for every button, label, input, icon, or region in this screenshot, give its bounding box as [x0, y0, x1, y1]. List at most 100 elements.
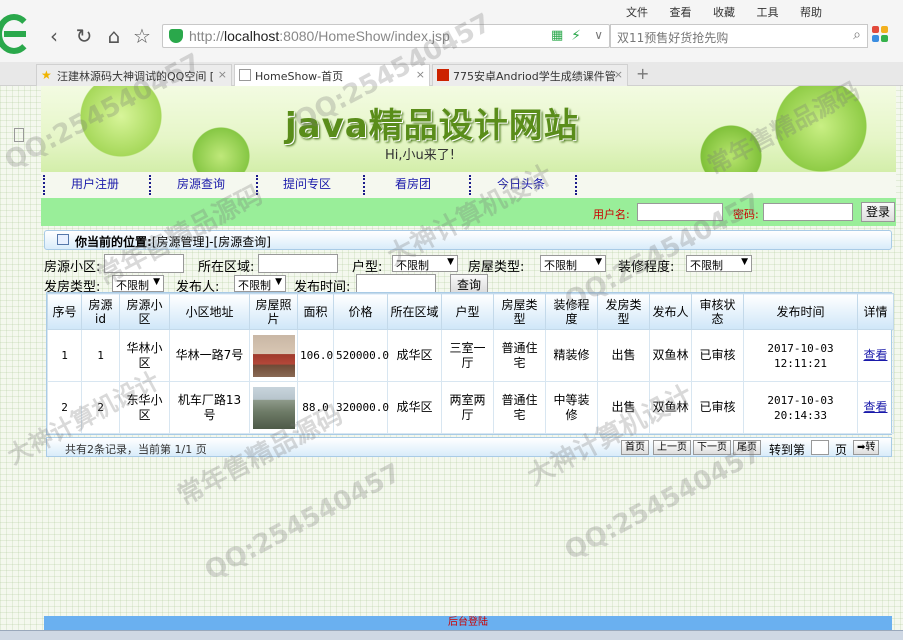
admin-login-link[interactable]: 后台登陆 — [448, 617, 488, 628]
browser-logo-icon — [0, 12, 32, 56]
community-input[interactable] — [104, 254, 184, 273]
col-publisher: 发布人 — [649, 293, 692, 330]
qr-code-icon[interactable]: ▦ — [551, 29, 565, 43]
table-row: 1 1 华林小区 华林一路7号 106.0 520000.0 成华区 三室一厅 … — [47, 329, 894, 382]
col-detail: 详情 — [857, 293, 894, 330]
view-detail-link[interactable]: 查看 — [863, 400, 887, 414]
nav-viewing-group[interactable]: 看房团 — [395, 175, 431, 195]
watermark: QQ:254540457 — [560, 437, 767, 567]
house-table: 序号 房源id 房源小区 小区地址 房屋照片 面积 价格 所在区域 户型 房屋类… — [46, 292, 894, 435]
tab-android-course[interactable]: 775安卓Andriod学生成绩课件管 × — [432, 64, 628, 86]
close-tab-icon[interactable]: × — [416, 68, 425, 81]
search-icon[interactable]: ⌕ — [853, 27, 861, 43]
building-photo — [252, 386, 295, 429]
taskbar — [0, 630, 903, 640]
table-row: 2 2 东华小区 机车厂路13号 88.0 320000.0 成华区 两室两厅 … — [47, 381, 894, 434]
col-publish-type: 发房类型 — [597, 293, 650, 330]
red-favicon-icon — [437, 69, 449, 81]
time-input[interactable] — [356, 274, 436, 293]
col-no: 序号 — [47, 293, 82, 330]
nav-divider — [575, 175, 577, 195]
col-layout: 户型 — [441, 293, 494, 330]
tab-homeshow[interactable]: HomeShow-首页 × — [234, 64, 430, 86]
dropdown-arrow-icon: ▼ — [275, 277, 282, 287]
refresh-icon[interactable]: ↻ — [72, 24, 96, 48]
home-icon[interactable]: ⌂ — [102, 24, 126, 48]
close-tab-icon[interactable]: × — [614, 68, 623, 81]
next-page-button[interactable]: 下一页 — [693, 440, 731, 455]
menu-favorites[interactable]: 收藏 — [713, 6, 735, 19]
menu-tools[interactable]: 工具 — [757, 6, 779, 19]
favorite-star-icon[interactable]: ☆ — [130, 24, 154, 48]
type-select[interactable]: 不限制 ▼ — [540, 255, 606, 272]
site-title: java精品设计网站 — [285, 106, 579, 146]
close-tab-icon[interactable]: × — [218, 68, 227, 81]
col-id: 房源id — [81, 293, 120, 330]
breadcrumb-prefix: 你当前的位置: — [75, 235, 152, 249]
decor-label: 装修程度: — [618, 260, 675, 275]
nav-divider — [43, 175, 45, 195]
breadcrumb-path: [房源管理]-[房源查询] — [151, 235, 271, 249]
col-photo: 房屋照片 — [249, 293, 298, 330]
search-box[interactable]: 双11预售好货抢先购 ⌕ — [610, 24, 868, 48]
new-tab-button[interactable]: + — [636, 64, 649, 83]
publish-type-select[interactable]: 不限制 ▼ — [112, 275, 164, 292]
dropdown-arrow-icon: ▼ — [741, 257, 748, 267]
prev-page-button[interactable]: 上一页 — [653, 440, 691, 455]
tab-qq-space[interactable]: ★ 汪建林源码大神调试的QQ空间 [ × — [36, 64, 232, 86]
col-status: 审核状态 — [691, 293, 744, 330]
first-page-button[interactable]: 首页 — [621, 440, 649, 455]
pagination: 共有2条记录，当前第 1/1 页 首页 上一页 下一页 尾页 转到第 页 ➡转 — [46, 437, 892, 457]
nav-headlines[interactable]: 今日头条 — [497, 175, 545, 195]
goto-button[interactable]: ➡转 — [853, 440, 880, 455]
tab-bar: ★ 汪建林源码大神调试的QQ空间 [ × HomeShow-首页 × 775安卓… — [0, 62, 903, 142]
dropdown-arrow-icon: ▼ — [447, 257, 454, 267]
community-label: 房源小区: — [44, 260, 101, 275]
search-suggestion[interactable]: 双11预售好货抢先购 — [617, 29, 728, 46]
room-photo — [252, 334, 295, 377]
nav-register[interactable]: 用户注册 — [71, 175, 119, 195]
last-page-button[interactable]: 尾页 — [733, 440, 761, 455]
password-label: 密码: — [733, 208, 759, 221]
address-bar[interactable]: http://localhost:8080/HomeShow/index.jsp… — [162, 24, 610, 48]
goto-page-input[interactable] — [811, 440, 829, 455]
login-button[interactable]: 登录 — [861, 202, 895, 222]
col-type: 房屋类型 — [493, 293, 546, 330]
decor-select[interactable]: 不限制 ▼ — [686, 255, 752, 272]
menu-file[interactable]: 文件 — [626, 6, 648, 19]
area-input[interactable] — [258, 254, 338, 273]
back-icon[interactable]: ‹ — [42, 24, 66, 48]
col-area: 面积 — [297, 293, 334, 330]
address-url[interactable]: http://localhost:8080/HomeShow/index.jsp — [189, 28, 450, 44]
sidebar-toggle-icon[interactable] — [14, 128, 24, 142]
footer-bar: 后台登陆 — [44, 616, 892, 630]
dropdown-arrow-icon: ▼ — [153, 277, 160, 287]
query-button[interactable]: 查询 — [450, 274, 489, 293]
col-region: 所在区域 — [387, 293, 442, 330]
menu-help[interactable]: 帮助 — [800, 6, 822, 19]
address-dropdown-icon[interactable]: ∨ — [594, 28, 603, 42]
username-input[interactable] — [637, 203, 723, 221]
menu-view[interactable]: 查看 — [670, 6, 692, 19]
password-input[interactable] — [763, 203, 853, 221]
nav-house-query[interactable]: 房源查询 — [177, 175, 225, 195]
nav-questions[interactable]: 提问专区 — [283, 175, 331, 195]
nav-divider — [469, 175, 471, 195]
window-icon — [57, 234, 69, 245]
area-label: 所在区域: — [198, 260, 255, 275]
goto-label: 转到第 — [769, 443, 806, 457]
browser-toolbar: 文件 查看 收藏 工具 帮助 ‹ ↻ ⌂ ☆ http://localhost:… — [0, 0, 903, 62]
record-summary: 共有2条记录，当前第 1/1 页 — [65, 443, 207, 456]
view-detail-link[interactable]: 查看 — [863, 348, 887, 362]
publisher-select[interactable]: 不限制 ▼ — [234, 275, 286, 292]
col-decor: 装修程度 — [545, 293, 598, 330]
apps-grid-icon[interactable] — [872, 26, 890, 44]
breadcrumb: 你当前的位置:[房源管理]-[房源查询] — [44, 230, 892, 250]
page-unit-label: 页 — [835, 443, 848, 457]
dropdown-arrow-icon: ▼ — [595, 257, 602, 267]
lightning-icon[interactable]: ⚡ — [571, 28, 581, 44]
login-bar: 用户名: 密码: 登录 — [41, 198, 896, 226]
site-banner: java精品设计网站 Hi,小u来了! — [41, 86, 896, 172]
nav-divider — [256, 175, 258, 195]
layout-select[interactable]: 不限制 ▼ — [392, 255, 458, 272]
